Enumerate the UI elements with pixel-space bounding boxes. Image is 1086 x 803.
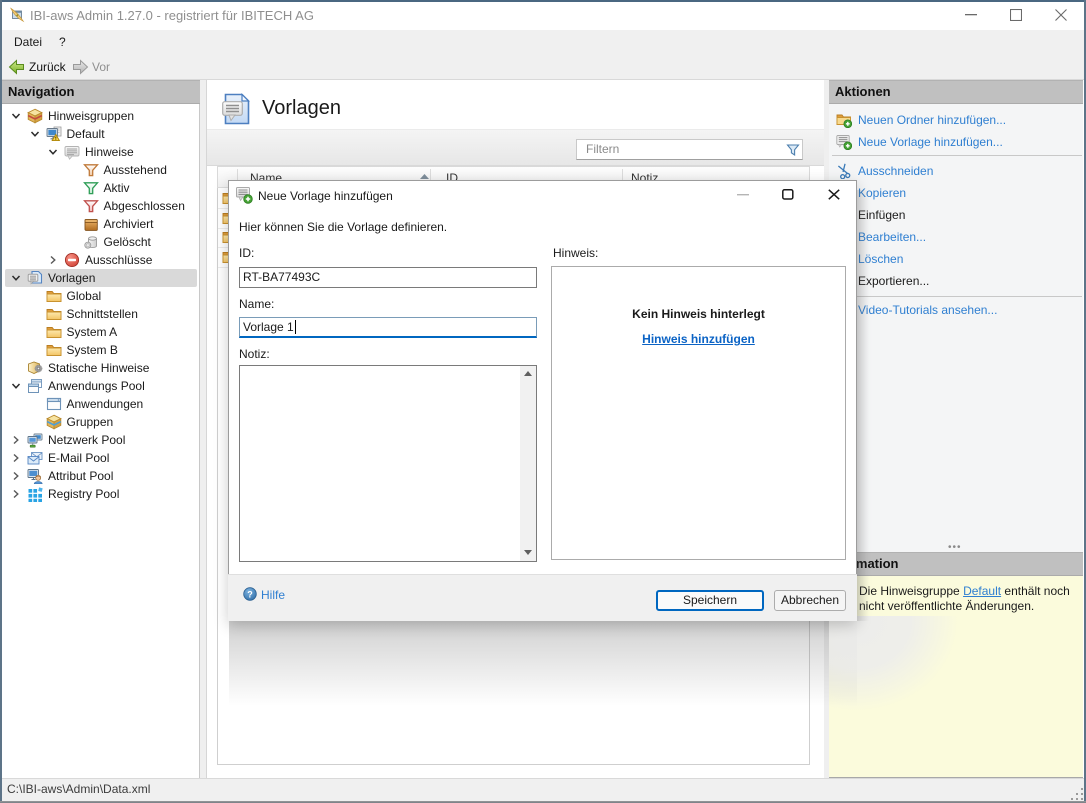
svg-text:?: ?: [247, 589, 253, 599]
